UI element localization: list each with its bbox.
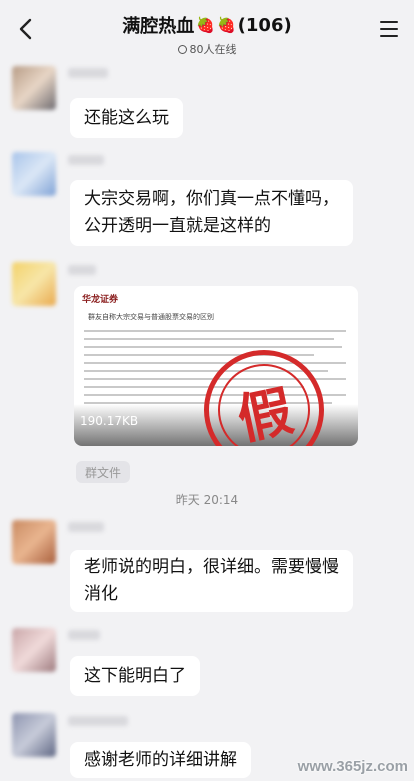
message-text: 这下能明白了 bbox=[84, 665, 186, 686]
message-text-line: 大宗交易啊，你们真一点不懂吗， bbox=[84, 189, 339, 209]
member-count: (106) bbox=[237, 14, 292, 36]
chevron-left-icon bbox=[19, 18, 32, 40]
message-text: 感谢老师的详细讲解 bbox=[84, 749, 237, 770]
online-status: 80人在线 bbox=[90, 41, 324, 57]
message-text-line: 老师说的明白，很详细。需要慢慢 bbox=[84, 557, 339, 577]
sender-name bbox=[68, 68, 108, 78]
strawberry-icon: 🍓 bbox=[216, 16, 236, 34]
message-text-line: 消化 bbox=[84, 584, 118, 604]
site-watermark: www.365jz.com bbox=[297, 758, 408, 775]
avatar[interactable] bbox=[12, 152, 56, 196]
avatar[interactable] bbox=[12, 520, 56, 564]
sender-name bbox=[68, 155, 104, 165]
sender-name bbox=[68, 716, 128, 726]
avatar[interactable] bbox=[12, 66, 56, 110]
hamburger-menu-icon-bar bbox=[380, 28, 398, 30]
message-timestamp: 昨天 20:14 bbox=[175, 493, 239, 507]
chat-header: 满腔热血 🍓 🍓 (106) 80人在线 bbox=[0, 0, 414, 56]
avatar[interactable] bbox=[12, 262, 56, 306]
menu-button[interactable] bbox=[374, 14, 404, 44]
message-text-line: 公开透明一直就是这样的 bbox=[84, 216, 271, 236]
doc-text-line bbox=[84, 338, 334, 340]
message-bubble[interactable]: 这下能明白了 bbox=[70, 656, 200, 696]
avatar[interactable] bbox=[12, 713, 56, 757]
document-title: 群友自称大宗交易与普通股票交易的区别 bbox=[88, 313, 214, 321]
group-file-tag[interactable]: 群文件 bbox=[76, 461, 130, 483]
group-name: 满腔热血 bbox=[122, 16, 195, 37]
fake-stamp-text: 假 bbox=[209, 355, 319, 446]
online-count: 80人在线 bbox=[189, 43, 237, 56]
chat-title-area[interactable]: 满腔热血 🍓 🍓 (106) 80人在线 bbox=[90, 12, 324, 57]
sender-name bbox=[68, 522, 104, 532]
hamburger-menu-icon-bar bbox=[380, 35, 398, 37]
message-bubble[interactable]: 大宗交易啊，你们真一点不懂吗， 公开透明一直就是这样的 bbox=[70, 180, 353, 246]
hamburger-menu-icon bbox=[380, 21, 398, 23]
message-bubble[interactable]: 还能这么玩 bbox=[70, 98, 183, 138]
file-size: 190.17KB bbox=[80, 414, 139, 428]
doc-text-line bbox=[84, 330, 346, 332]
sender-name bbox=[68, 630, 100, 640]
strawberry-icon: 🍓 bbox=[196, 16, 215, 34]
file-preview-card[interactable]: 华龙证券 群友自称大宗交易与普通股票交易的区别 190.17KB 假 bbox=[74, 286, 358, 446]
message-bubble[interactable]: 感谢老师的详细讲解 bbox=[70, 742, 251, 778]
document-org: 华龙证券 bbox=[82, 295, 119, 305]
online-status-icon bbox=[177, 44, 187, 54]
sender-name bbox=[68, 265, 96, 275]
avatar[interactable] bbox=[12, 628, 56, 672]
message-bubble[interactable]: 老师说的明白，很详细。需要慢慢 消化 bbox=[70, 550, 353, 612]
chat-title: 满腔热血 🍓 🍓 (106) bbox=[122, 12, 291, 38]
doc-text-line bbox=[84, 346, 342, 348]
back-button[interactable] bbox=[10, 12, 40, 46]
message-text: 还能这么玩 bbox=[84, 107, 169, 128]
doc-text-line bbox=[84, 362, 346, 364]
